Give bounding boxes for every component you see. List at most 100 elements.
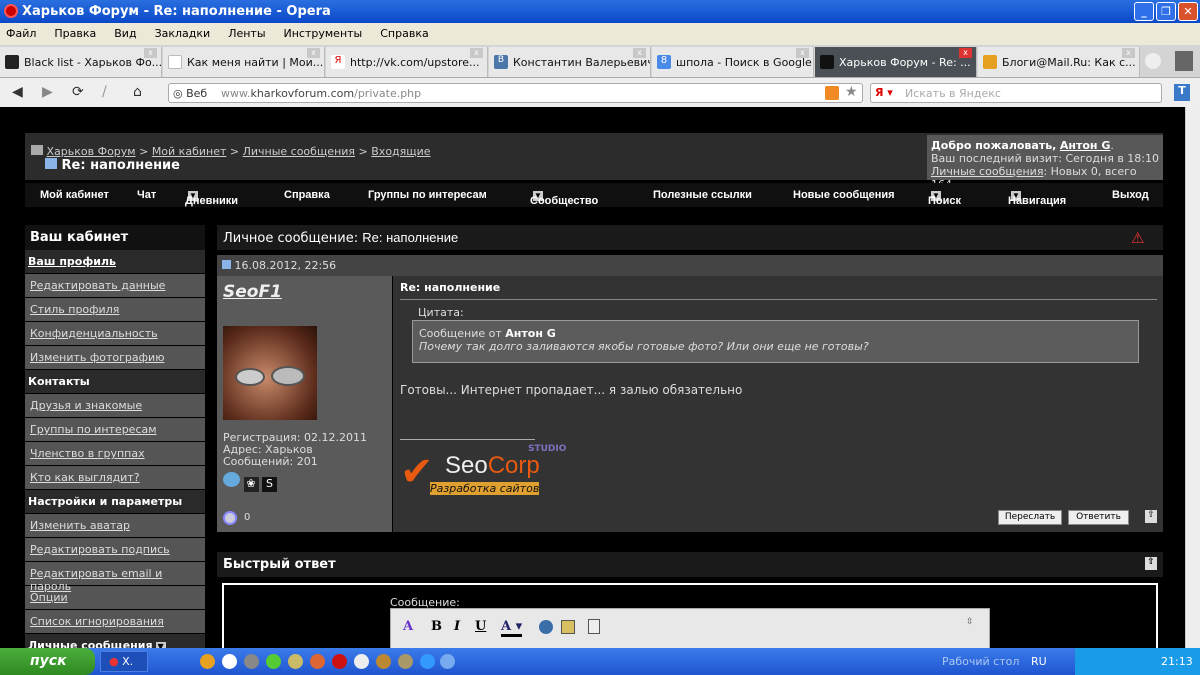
reply-button[interactable]: Ответить xyxy=(1068,510,1129,525)
sidebar-item[interactable]: Изменить аватар xyxy=(25,514,205,537)
sidebar-item-profile[interactable]: Ваш профиль xyxy=(25,250,205,273)
bold-button[interactable]: B xyxy=(431,619,442,634)
username-link[interactable]: SeoF1 xyxy=(223,282,386,302)
breadcrumb-home[interactable]: Харьков Форум xyxy=(47,145,136,158)
address-field[interactable]: ◎ Веб www.kharkovforum.com/private.php ★ xyxy=(168,83,863,103)
tab-active[interactable]: Харьков Форум - Re: ... x xyxy=(815,47,977,77)
insert-link-icon[interactable] xyxy=(539,620,553,634)
breadcrumb-inbox[interactable]: Входящие xyxy=(371,145,430,158)
restore-button[interactable]: ❐ xyxy=(1156,2,1176,21)
home-button[interactable]: ⌂ xyxy=(133,84,142,100)
menu-feeds[interactable]: Ленты xyxy=(228,27,265,40)
forward-button[interactable]: ▶ xyxy=(42,84,53,100)
icq-icon[interactable] xyxy=(223,472,240,487)
trash-icon[interactable] xyxy=(1175,51,1193,71)
quicklaunch-icon[interactable] xyxy=(376,654,391,669)
quicklaunch-icon[interactable] xyxy=(222,654,237,669)
close-tab-icon[interactable]: x xyxy=(796,48,809,58)
menu-tools[interactable]: Инструменты xyxy=(284,27,363,40)
taskbar-opera-task[interactable]: ● X. xyxy=(100,651,148,672)
sidebar-item[interactable]: Редактировать email и пароль xyxy=(25,562,205,593)
close-tab-icon[interactable]: x xyxy=(470,48,483,58)
report-warning-icon[interactable]: ⚠ xyxy=(1131,229,1144,247)
translate-icon[interactable]: T xyxy=(1174,84,1190,101)
menu-view[interactable]: Вид xyxy=(114,27,136,40)
breadcrumb-cabinet[interactable]: Мой кабинет xyxy=(152,145,227,158)
quicklaunch-icon[interactable] xyxy=(288,654,303,669)
tab[interactable]: Блоги@Mail.Ru: Как с... x xyxy=(978,47,1140,77)
sidebar-item[interactable]: Редактировать данные xyxy=(25,274,205,297)
sidebar-item[interactable]: Друзья и знакомые xyxy=(25,394,205,417)
search-field[interactable]: Я ▾ Искать в Яндекс xyxy=(870,83,1162,103)
close-tab-icon[interactable]: x xyxy=(633,48,646,58)
close-tab-icon[interactable]: x xyxy=(959,48,972,58)
vertical-scrollbar[interactable] xyxy=(1185,107,1200,648)
close-tab-icon[interactable]: x xyxy=(144,48,157,58)
reload-button[interactable]: ⟳ xyxy=(72,84,84,100)
sidebar-item[interactable]: Членство в группах xyxy=(25,442,205,465)
tab[interactable]: B Константин Валерьевич x xyxy=(489,47,651,77)
sidebar-item[interactable]: Список игнорирования xyxy=(25,610,205,633)
rss-icon[interactable] xyxy=(825,86,839,100)
quicklaunch-icon[interactable] xyxy=(398,654,413,669)
nav-links[interactable]: Полезные ссылки xyxy=(653,189,752,201)
nav-groups[interactable]: Группы по интересам xyxy=(368,189,487,201)
underline-button[interactable]: U xyxy=(475,619,486,634)
minimize-button[interactable]: _ xyxy=(1134,2,1154,21)
new-tab-button[interactable] xyxy=(1145,53,1161,69)
nav-new-posts[interactable]: Новые сообщения xyxy=(793,189,895,201)
nav-cabinet[interactable]: Мой кабинет xyxy=(40,189,109,201)
nav-search[interactable]: Поиск ▼ xyxy=(928,189,961,207)
skype-icon[interactable]: S xyxy=(262,477,277,492)
nav-community[interactable]: Сообщество ▼ xyxy=(530,189,598,207)
back-button[interactable]: ◀ xyxy=(12,84,23,100)
desktop-toolbar-label[interactable]: Рабочий стол xyxy=(942,655,1019,668)
icq-quicklaunch-icon[interactable] xyxy=(266,654,281,669)
font-color-button[interactable]: A ▾ xyxy=(501,619,523,637)
nav-diaries[interactable]: Дневники ▼ xyxy=(185,189,238,207)
tab[interactable]: 8 шпола - Поиск в Google x xyxy=(652,47,814,77)
nav-chat[interactable]: Чат xyxy=(137,189,156,201)
menu-bookmarks[interactable]: Закладки xyxy=(155,27,211,40)
flower-icon[interactable]: ❀ xyxy=(243,477,259,492)
bookmark-star-icon[interactable]: ★ xyxy=(845,84,858,100)
quote-icon[interactable] xyxy=(588,619,600,634)
start-button[interactable]: пуск xyxy=(0,648,95,675)
close-button[interactable]: ✕ xyxy=(1178,2,1198,21)
italic-button[interactable]: I xyxy=(454,619,460,634)
sidebar-item[interactable]: Редактировать подпись xyxy=(25,538,205,561)
menu-file[interactable]: Файл xyxy=(6,27,36,40)
user-avatar[interactable] xyxy=(223,326,317,420)
user-link[interactable]: Антон G xyxy=(1060,139,1111,152)
sidebar-item[interactable]: Группы по интересам xyxy=(25,418,205,441)
pm-link[interactable]: Личные сообщения xyxy=(931,165,1043,178)
sidebar-item[interactable]: Изменить фотографию xyxy=(25,346,205,369)
breadcrumb-pm[interactable]: Личные сообщения xyxy=(243,145,355,158)
resize-icon[interactable]: ⇳ xyxy=(966,617,974,627)
nav-navigation[interactable]: Навигация ▼ xyxy=(1008,189,1066,207)
quicklaunch-icon[interactable] xyxy=(310,654,325,669)
forward-button[interactable]: Переслать xyxy=(998,510,1062,525)
menu-help[interactable]: Справка xyxy=(380,27,428,40)
edit-icon[interactable]: / xyxy=(102,84,107,100)
tab[interactable]: Как меня найти | Мои... x xyxy=(163,47,325,77)
scroll-top-icon[interactable]: ⇧ xyxy=(1145,510,1157,523)
quicklaunch-icon[interactable] xyxy=(354,654,369,669)
tab[interactable]: Black list - Харьков Фо... x xyxy=(0,47,162,77)
tab[interactable]: Яhttp://vk.com/upstore... x xyxy=(326,47,488,77)
sidebar-item[interactable]: Стиль профиля xyxy=(25,298,205,321)
language-indicator[interactable]: RU xyxy=(1031,655,1047,668)
collapse-icon[interactable]: ⇧ xyxy=(1145,557,1157,570)
close-tab-icon[interactable]: x xyxy=(1122,48,1135,58)
close-tab-icon[interactable]: x xyxy=(307,48,320,58)
sidebar-item[interactable]: Конфиденциальность xyxy=(25,322,205,345)
nav-help[interactable]: Справка xyxy=(284,189,330,201)
insert-image-icon[interactable] xyxy=(561,620,575,634)
sidebar-item[interactable]: Кто как выглядит? xyxy=(25,466,205,489)
ie-quicklaunch-icon[interactable] xyxy=(420,654,435,669)
opera-quicklaunch-icon[interactable] xyxy=(332,654,347,669)
menu-edit[interactable]: Правка xyxy=(54,27,96,40)
quicklaunch-icon[interactable] xyxy=(440,654,455,669)
quicklaunch-icon[interactable] xyxy=(244,654,259,669)
nav-logout[interactable]: Выход xyxy=(1112,189,1149,201)
